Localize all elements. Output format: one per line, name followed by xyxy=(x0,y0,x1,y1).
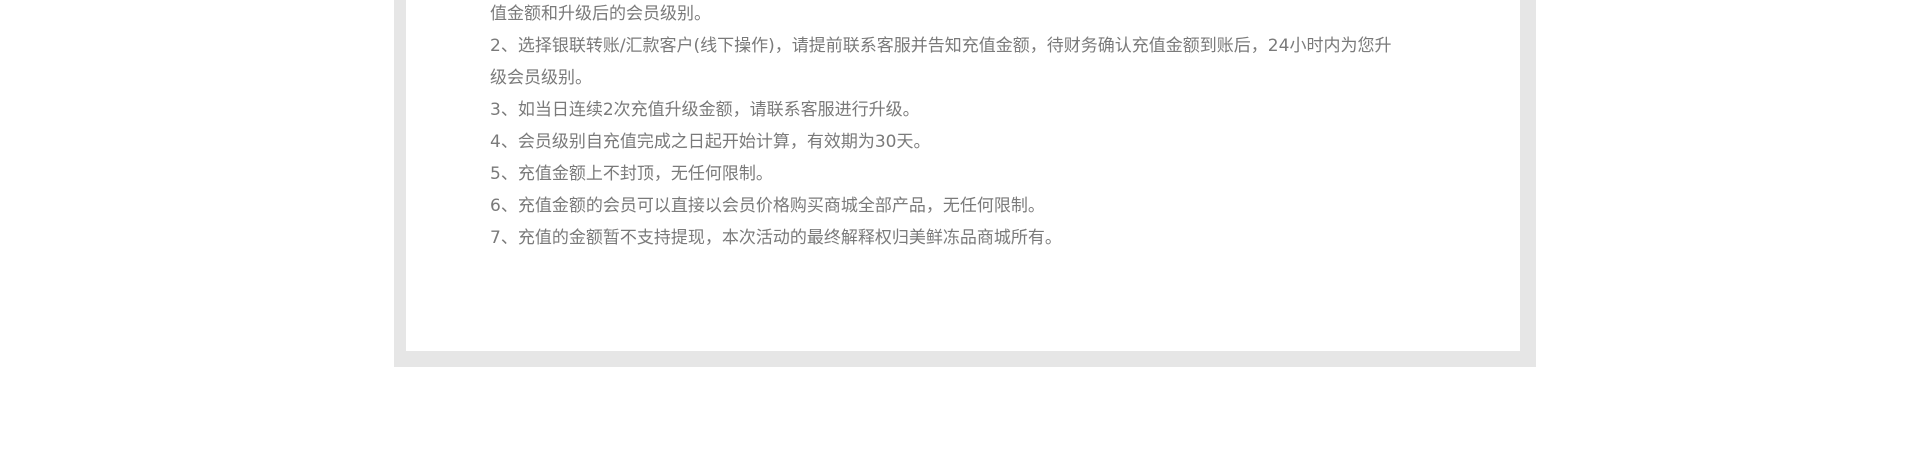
rule-line: 5、充值金额上不封顶，无任何限制。 xyxy=(490,164,773,184)
rule-line: 值金额和升级后的会员级别。 xyxy=(490,4,711,24)
rules-card: 值金额和升级后的会员级别。 2、选择银联转账/汇款客户(线下操作)，请提前联系客… xyxy=(406,0,1520,351)
rule-line: 6、充值金额的会员可以直接以会员价格购买商城全部产品，无任何限制。 xyxy=(490,196,1045,216)
rules-frame: 值金额和升级后的会员级别。 2、选择银联转账/汇款客户(线下操作)，请提前联系客… xyxy=(394,0,1536,367)
rule-line: 4、会员级别自充值完成之日起开始计算，有效期为30天。 xyxy=(490,132,931,152)
rule-line: 2、选择银联转账/汇款客户(线下操作)，请提前联系客服并告知充值金额，待财务确认… xyxy=(490,36,1392,56)
recharge-rules-list: 值金额和升级后的会员级别。 2、选择银联转账/汇款客户(线下操作)，请提前联系客… xyxy=(490,0,1470,254)
rule-line: 3、如当日连续2次充值升级金额，请联系客服进行升级。 xyxy=(490,100,920,120)
rule-line: 级会员级别。 xyxy=(490,68,592,88)
rule-line: 7、充值的金额暂不支持提现，本次活动的最终解释权归美鲜冻品商城所有。 xyxy=(490,228,1062,248)
page: 值金额和升级后的会员级别。 2、选择银联转账/汇款客户(线下操作)，请提前联系客… xyxy=(0,0,1920,469)
